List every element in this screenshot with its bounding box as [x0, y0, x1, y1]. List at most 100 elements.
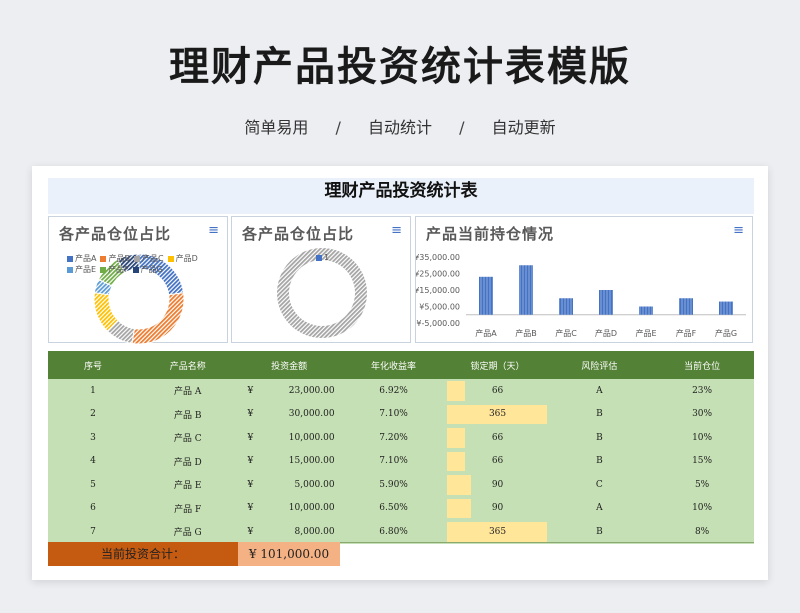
cell-position[interactable]: 15%	[650, 449, 754, 473]
cell-risk[interactable]: B	[548, 449, 651, 473]
table-row[interactable]: 3 产品 C ¥10,000.00 7.20% 66 B 10%	[48, 426, 754, 450]
cell-name[interactable]: 产品 A	[137, 379, 238, 403]
bar[interactable]	[559, 298, 573, 315]
cell-position[interactable]: 5%	[650, 473, 754, 497]
x-tick-label: 产品C	[555, 328, 577, 338]
page-title: 理财产品投资统计表模版	[169, 44, 631, 90]
lock-value: 365	[488, 409, 507, 420]
cell-rate[interactable]: 5.90%	[340, 473, 447, 497]
cell-risk[interactable]: A	[548, 379, 651, 403]
legend-swatch	[67, 255, 73, 262]
cell-no[interactable]: 2	[48, 402, 138, 426]
cell-risk[interactable]: A	[548, 496, 651, 520]
chart-legend: 1	[316, 253, 329, 262]
cell-position[interactable]: 30%	[650, 402, 754, 426]
cell-lock[interactable]: 66	[446, 449, 549, 473]
lock-databar	[446, 381, 465, 401]
currency-symbol: ¥	[247, 385, 254, 396]
cell-amount[interactable]: ¥8,000.00	[237, 520, 341, 544]
bar[interactable]	[519, 265, 533, 315]
bar[interactable]	[479, 276, 493, 315]
amount-value: 10,000.00	[288, 432, 335, 443]
cell-no[interactable]: 5	[48, 473, 138, 497]
header-name: 产品名称	[137, 351, 238, 379]
legend-label: 产品E	[75, 265, 97, 274]
cell-name[interactable]: 产品 C	[137, 426, 238, 450]
cell-rate[interactable]: 6.50%	[340, 496, 447, 520]
bar[interactable]	[719, 301, 733, 315]
y-tick-label: ¥-5,000.00	[416, 319, 460, 328]
cell-no[interactable]: 4	[48, 449, 138, 473]
chart-holdings-bar[interactable]: 产品当前持仓情况 ≡ ¥35,000.00 ¥25,000.00 ¥15,000.0…	[415, 216, 753, 343]
table-row[interactable]: 2 产品 B ¥30,000.00 7.10% 365 B 30%	[48, 402, 754, 426]
cell-lock[interactable]: 66	[446, 379, 549, 403]
x-tick-label: 产品B	[515, 328, 537, 338]
cell-rate[interactable]: 7.20%	[340, 426, 447, 450]
cell-amount[interactable]: ¥10,000.00	[237, 426, 341, 450]
total-label: 当前投资合计：	[48, 542, 238, 566]
bar[interactable]	[599, 290, 613, 315]
total-value[interactable]: ¥ 101,000.00	[238, 542, 340, 566]
cell-name[interactable]: 产品 B	[137, 402, 238, 426]
legend-item: 产品B	[100, 253, 130, 264]
cell-position[interactable]: 10%	[650, 496, 754, 520]
table-row[interactable]: 4 产品 D ¥15,000.00 7.10% 66 B 15%	[48, 449, 754, 473]
currency-symbol: ¥	[247, 503, 254, 514]
cell-lock[interactable]: 365	[446, 402, 549, 426]
cell-lock[interactable]: 66	[446, 426, 549, 450]
cell-no[interactable]: 6	[48, 496, 138, 520]
cell-lock[interactable]: 90	[446, 473, 549, 497]
cell-amount[interactable]: ¥10,000.00	[237, 496, 341, 520]
y-tick-label: ¥5,000.00	[419, 303, 460, 312]
cell-rate[interactable]: 6.80%	[340, 520, 447, 544]
cell-no[interactable]: 7	[48, 520, 138, 544]
cell-name[interactable]: 产品 F	[137, 496, 238, 520]
table-row[interactable]: 7 产品 G ¥8,000.00 6.80% 365 B 8%	[48, 520, 754, 544]
cell-no[interactable]: 3	[48, 426, 138, 450]
legend-swatch	[67, 266, 73, 273]
sheet-title: 理财产品投资统计表	[48, 178, 754, 214]
bar[interactable]	[639, 306, 653, 315]
lock-databar	[446, 451, 465, 471]
cell-rate[interactable]: 7.10%	[340, 449, 447, 473]
cell-risk[interactable]: B	[548, 426, 651, 450]
legend-label: 产品G	[140, 265, 163, 274]
legend-swatch	[100, 266, 107, 273]
cell-amount[interactable]: ¥30,000.00	[237, 402, 341, 426]
cell-risk[interactable]: C	[548, 473, 651, 497]
cell-rate[interactable]: 7.10%	[340, 402, 447, 426]
legend-label: 1	[324, 253, 330, 262]
cell-amount[interactable]: ¥23,000.00	[237, 379, 341, 403]
cell-lock[interactable]: 365	[446, 520, 549, 544]
legend-label: 产品D	[175, 254, 198, 263]
cell-name[interactable]: 产品 G	[137, 520, 238, 544]
chart-position-donut[interactable]: 各产品仓位占比 ≡ 产品A 产品B 产品C 产品D产品E 产品F 产品G	[48, 216, 228, 344]
cell-rate[interactable]: 6.92%	[340, 379, 447, 403]
table-row[interactable]: 6 产品 F ¥10,000.00 6.50% 90 A 10%	[48, 496, 754, 520]
table-row[interactable]: 1 产品 A ¥23,000.00 6.92% 66 A 23%	[48, 379, 754, 403]
x-tick-label: 产品F	[676, 328, 697, 338]
cell-position[interactable]: 10%	[650, 426, 754, 450]
amount-value: 10,000.00	[288, 503, 335, 514]
pie-slice[interactable]	[131, 292, 185, 344]
table-row[interactable]: 5 产品 E ¥5,000.00 5.90% 90 C 5%	[48, 473, 754, 497]
legend-swatch	[316, 254, 322, 261]
lock-value: 90	[491, 503, 504, 514]
cell-name[interactable]: 产品 E	[137, 473, 238, 497]
cell-position[interactable]: 8%	[650, 520, 754, 544]
cell-name[interactable]: 产品 D	[137, 449, 238, 473]
x-tick-label: 产品D	[595, 328, 617, 338]
cell-amount[interactable]: ¥15,000.00	[237, 449, 341, 473]
subtitle-tags: 简单易用 / 自动统计 / 自动更新	[0, 114, 800, 138]
cell-risk[interactable]: B	[548, 520, 651, 544]
cell-risk[interactable]: B	[548, 402, 651, 426]
cell-position[interactable]: 23%	[650, 379, 754, 403]
currency-symbol: ¥	[247, 409, 254, 420]
header-position: 当前仓位	[650, 351, 754, 379]
legend-item: 产品F	[100, 264, 129, 275]
cell-amount[interactable]: ¥5,000.00	[237, 473, 341, 497]
chart-position-donut-2[interactable]: 各产品仓位占比 ≡ 1	[231, 216, 411, 343]
cell-lock[interactable]: 90	[446, 496, 549, 520]
bar[interactable]	[679, 298, 693, 315]
cell-no[interactable]: 1	[48, 379, 138, 403]
